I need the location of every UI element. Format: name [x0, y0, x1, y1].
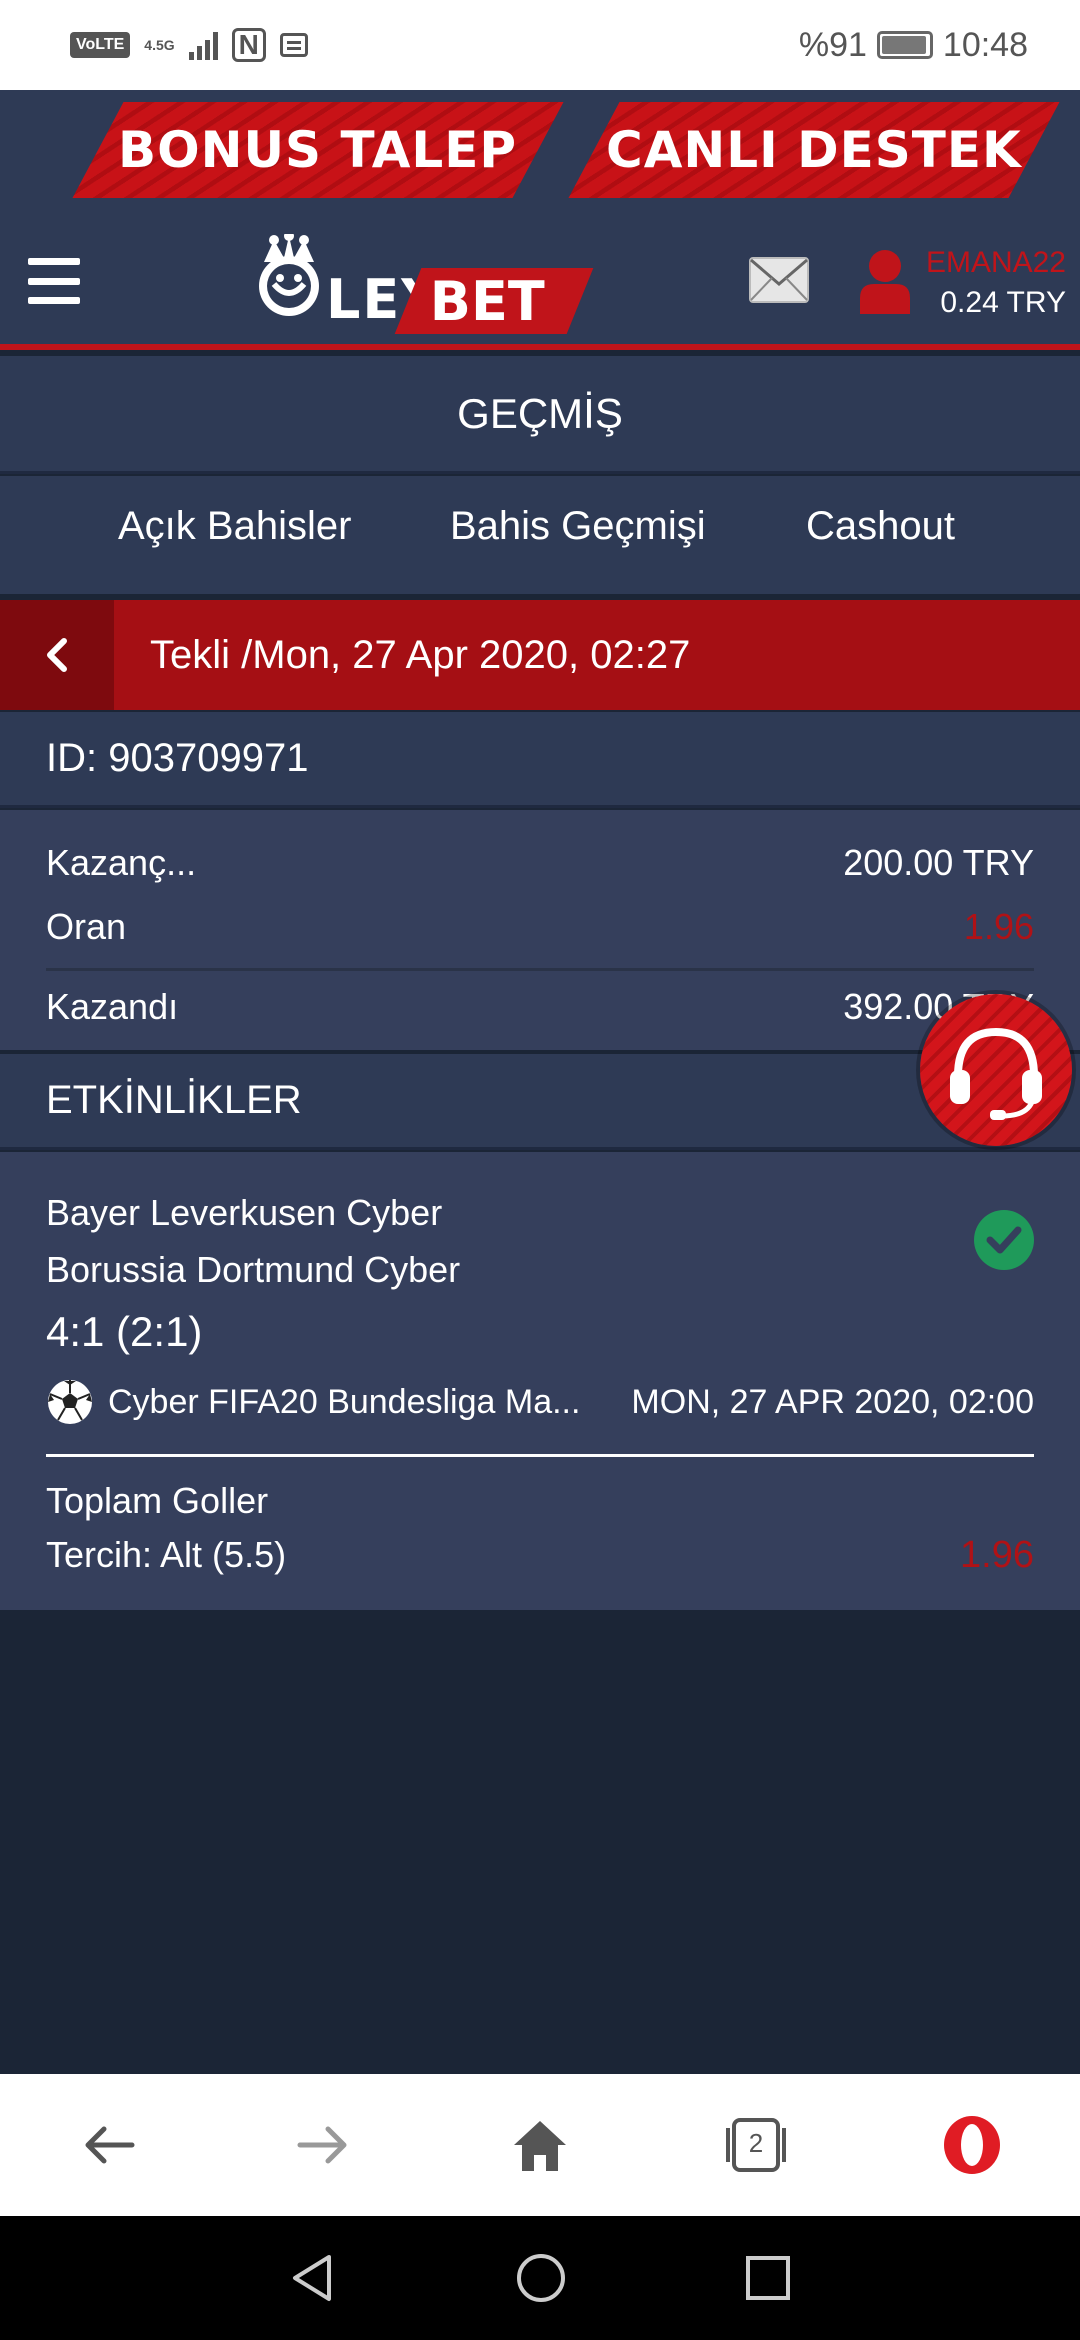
chevron-left-icon: [47, 638, 67, 672]
arrow-left-icon: [85, 2126, 135, 2164]
bonus-request-label: BONUS TALEP: [118, 121, 518, 179]
divider: [46, 968, 1034, 971]
system-navigation: [0, 2216, 1080, 2340]
battery-icon: [876, 31, 933, 59]
battery-percent: %91: [798, 25, 867, 64]
arrow-right-icon: [297, 2126, 347, 2164]
status-left: VoLTE 4.5G N: [70, 28, 308, 62]
browser-back-button[interactable]: [68, 2105, 148, 2185]
status-bar: VoLTE 4.5G N %91 10:48: [0, 0, 1080, 90]
stake-row: Kazanç... 200.00 TRY: [46, 842, 1034, 884]
username[interactable]: EMANA22: [926, 246, 1066, 280]
stake-label: Kazanç...: [46, 842, 197, 883]
league-row: Cyber FIFA20 Bundesliga Ma... MON, 27 AP…: [46, 1378, 1034, 1426]
league-info: Cyber FIFA20 Bundesliga Ma...: [46, 1378, 580, 1426]
team-away: Borussia Dortmund Cyber: [46, 1249, 461, 1290]
result-row: Kazandı 392.00 TRY: [46, 986, 1034, 1028]
event-datetime: MON, 27 APR 2020, 02:00: [631, 1382, 1034, 1421]
status-right: %91 10:48: [799, 26, 1028, 65]
tab-open-bets[interactable]: Açık Bahisler: [118, 504, 351, 549]
volte-icon: VoLTE: [70, 32, 131, 58]
nav-back-icon[interactable]: [289, 2253, 337, 2303]
score: 4:1 (2:1): [46, 1308, 203, 1355]
live-support-fab[interactable]: [920, 994, 1072, 1146]
won-check-icon: [974, 1210, 1034, 1270]
tabs-icon: 2: [720, 2116, 792, 2174]
back-button[interactable]: [0, 600, 114, 710]
nfc-icon: N: [231, 28, 266, 62]
tab-cashout[interactable]: Cashout: [806, 504, 955, 549]
user-icon[interactable]: [858, 248, 912, 314]
home-icon: [514, 2121, 566, 2171]
message-icon: [279, 33, 308, 57]
browser-home-button[interactable]: [500, 2105, 580, 2185]
promo-bar: BONUS TALEP CANLI DESTEK: [0, 90, 1080, 210]
selection-odds: 1.96: [960, 1534, 1034, 1576]
headset-icon: [950, 1027, 1042, 1120]
checkmark-icon: [986, 1226, 1022, 1254]
bonus-request-button[interactable]: BONUS TALEP: [72, 102, 564, 198]
bet-id: ID: 903709971: [0, 712, 1080, 808]
network-type: 4.5G: [144, 37, 175, 53]
market-name: Toplam Goller: [46, 1480, 269, 1521]
logo-bet-text: BET: [429, 270, 545, 333]
mail-icon[interactable]: [748, 256, 810, 304]
result-label: Kazandı: [46, 986, 179, 1027]
team-home: Bayer Leverkusen Cyber: [46, 1192, 443, 1233]
signal-icon: [188, 30, 218, 60]
nav-recents-icon[interactable]: [745, 2255, 791, 2301]
live-support-button[interactable]: CANLI DESTEK: [568, 102, 1060, 198]
odds-row: Oran 1.96: [46, 906, 1034, 948]
menu-icon[interactable]: [28, 258, 80, 304]
site-header: LEY BET EMANA22 0.24 TRY: [0, 210, 1080, 350]
soccer-ball-icon: [48, 1380, 92, 1424]
odds-label: Oran: [46, 906, 127, 947]
clock: 10:48: [942, 25, 1028, 64]
nav-home-icon[interactable]: [515, 2252, 567, 2304]
bet-header: Tekli /Mon, 27 Apr 2020, 02:27: [0, 600, 1080, 710]
page-title: GEÇMİŞ: [0, 356, 1080, 474]
live-support-label: CANLI DESTEK: [606, 121, 1022, 179]
opera-icon: [944, 2116, 1000, 2174]
browser-toolbar: 2: [0, 2074, 1080, 2216]
logo-bet-badge: BET: [394, 268, 594, 334]
selection: Tercih: Alt (5.5): [46, 1534, 287, 1575]
browser-tabs-button[interactable]: 2: [716, 2105, 796, 2185]
league-name: Cyber FIFA20 Bundesliga Ma...: [108, 1382, 581, 1421]
jester-icon: [259, 234, 319, 316]
history-tabs: Açık Bahisler Bahis Geçmişi Cashout: [0, 476, 1080, 594]
bet-title: Tekli /Mon, 27 Apr 2020, 02:27: [150, 632, 691, 677]
balance: 0.24 TRY: [940, 286, 1066, 319]
event-card: Bayer Leverkusen Cyber Borussia Dortmund…: [0, 1152, 1080, 1610]
tab-count: 2: [748, 2128, 764, 2158]
stake-value: 200.00 TRY: [843, 842, 1034, 883]
site-logo[interactable]: LEY BET: [240, 228, 594, 338]
browser-forward-button[interactable]: [284, 2105, 364, 2185]
bet-summary: Kazanç... 200.00 TRY Oran 1.96 Kazandı 3…: [0, 810, 1080, 1050]
odds-value: 1.96: [963, 906, 1034, 947]
tab-bet-history[interactable]: Bahis Geçmişi: [450, 504, 706, 549]
divider: [46, 1454, 1034, 1457]
events-title: ETKİNLİKLER: [0, 1054, 1080, 1150]
opera-menu-button[interactable]: [932, 2105, 1012, 2185]
